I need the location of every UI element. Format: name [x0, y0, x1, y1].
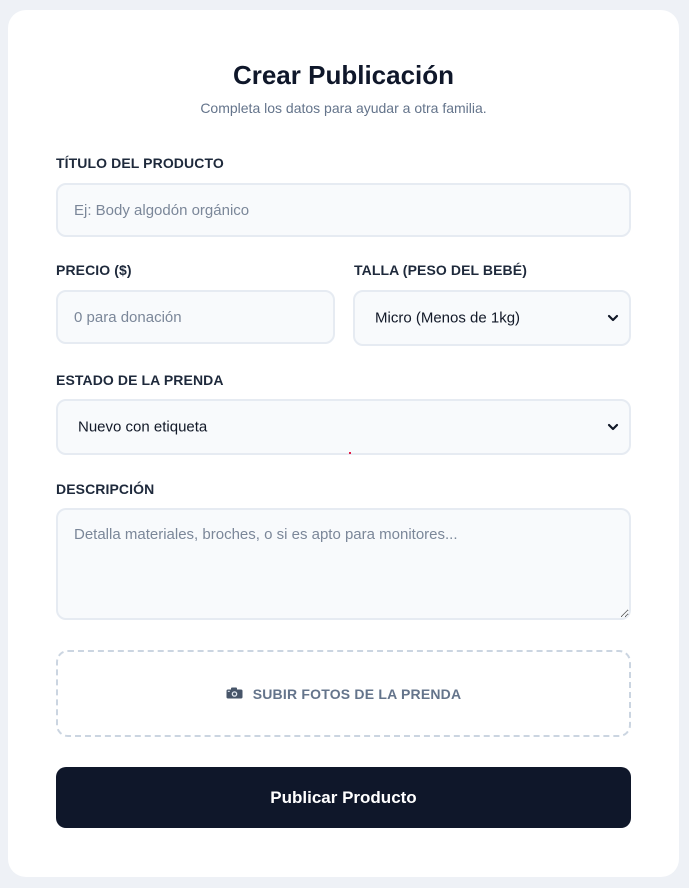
- condition-select[interactable]: Nuevo con etiqueta: [56, 399, 631, 455]
- publish-product-button[interactable]: Publicar Producto: [56, 767, 631, 828]
- description-textarea[interactable]: [56, 508, 631, 620]
- product-title-label: TÍTULO DEL PRODUCTO: [56, 155, 224, 171]
- stray-dot: [349, 452, 351, 454]
- upload-photos-dropzone[interactable]: SUBIR FOTOS DE LA PRENDA: [56, 650, 631, 737]
- upload-photos-label: SUBIR FOTOS DE LA PRENDA: [252, 685, 462, 702]
- page-title: Crear Publicación: [232, 60, 455, 90]
- camera-icon: [226, 687, 243, 699]
- create-post-card: Crear Publicación Completa los datos par…: [8, 10, 679, 877]
- price-label: PRECIO ($): [56, 262, 132, 278]
- size-select[interactable]: Micro (Menos de 1kg): [353, 290, 631, 346]
- size-select-value: Micro (Menos de 1kg): [375, 309, 521, 327]
- size-label: TALLA (PESO DEL BEBÉ): [354, 262, 527, 278]
- condition-label: ESTADO DE LA PRENDA: [56, 372, 224, 388]
- description-label: DESCRIPCIÓN: [56, 481, 155, 497]
- product-title-input[interactable]: [56, 183, 631, 237]
- chevron-down-icon: [607, 314, 619, 322]
- price-input[interactable]: [56, 290, 335, 344]
- page-subtitle: Completa los datos para ayudar a otra fa…: [200, 100, 487, 116]
- chevron-down-icon: [607, 423, 619, 431]
- condition-select-value: Nuevo con etiqueta: [78, 418, 208, 436]
